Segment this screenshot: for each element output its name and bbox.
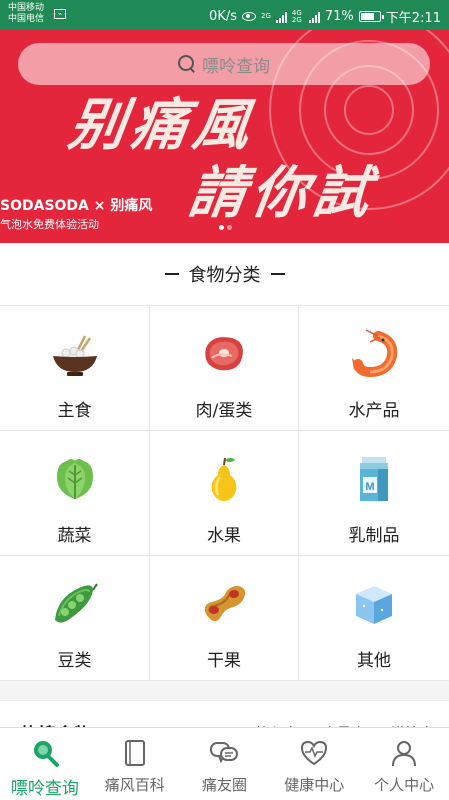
- bottom-tab-bar: 嘌呤查询 痛风百科 痛友圈 健康中心 个人中心: [0, 727, 449, 800]
- category-label: 干果: [207, 651, 241, 671]
- tab-gout-wiki[interactable]: 痛风百科: [90, 728, 180, 800]
- search-icon: [33, 741, 59, 767]
- category-other[interactable]: 其他: [299, 556, 449, 681]
- lettuce-icon: [56, 459, 93, 499]
- category-label: 蔬菜: [57, 526, 92, 546]
- battery-icon: [358, 11, 384, 22]
- carrier-2: 中国电信: [8, 14, 45, 24]
- battery-percent: 71%: [324, 9, 354, 24]
- person-icon: [392, 741, 417, 767]
- category-nuts[interactable]: 干果: [150, 556, 299, 681]
- tab-label: 健康中心: [284, 776, 345, 794]
- tab-health-center[interactable]: 健康中心: [269, 728, 359, 800]
- banner-dot: [227, 225, 232, 230]
- status-right: 0K/s 2G 4G 2G 71% 下午2:11: [209, 7, 441, 26]
- tab-purine-query[interactable]: 嘌呤查询: [0, 728, 90, 800]
- carrier-info: 中国移动 中国电信: [8, 3, 44, 25]
- rice-bowl-icon: [52, 335, 97, 376]
- pear-icon: [211, 457, 237, 501]
- search-icon: [178, 55, 196, 73]
- peanut-icon: [204, 586, 246, 622]
- category-staple[interactable]: 主食: [0, 306, 150, 431]
- category-label: 其他: [357, 651, 391, 671]
- tab-profile[interactable]: 个人中心: [359, 728, 449, 800]
- category-label: 水果: [207, 526, 241, 546]
- tab-label: 嘌呤查询: [10, 779, 79, 799]
- milk-carton-icon: M: [360, 457, 388, 501]
- chat-bubbles-icon: [210, 742, 239, 764]
- tab-community[interactable]: 痛友圈: [180, 728, 270, 800]
- signal-1-icon: [275, 11, 287, 23]
- category-vegetables[interactable]: 蔬菜: [0, 431, 150, 556]
- clock: 下午2:11: [385, 11, 441, 26]
- category-label: 主食: [57, 401, 92, 421]
- book-icon: [124, 740, 145, 766]
- tab-label: 痛友圈: [201, 776, 247, 794]
- status-bar: 中国移动 中国电信 ⌁ 0K/s 2G 4G 2G 71% 下午2:11: [0, 0, 449, 30]
- category-label: 水产品: [348, 401, 400, 421]
- heart-pulse-icon: [301, 740, 328, 766]
- category-label: 乳制品: [348, 526, 400, 546]
- tab-label: 个人中心: [374, 776, 435, 794]
- shrimp-icon: [352, 329, 398, 378]
- screen: 中国移动 中国电信 ⌁ 0K/s 2G 4G 2G 71% 下午2:11 别痛風…: [0, 0, 449, 800]
- peas-icon: [54, 583, 98, 623]
- banner-dot: [219, 225, 224, 230]
- signal-1-label: 2G: [261, 12, 271, 20]
- meat-icon: [205, 337, 243, 371]
- section-title-text: 食物分类: [188, 265, 261, 286]
- signal-2-label: 4G 2G: [291, 8, 302, 24]
- banner-brand: SODASODA × 别痛风: [0, 198, 153, 214]
- category-label: 豆类: [57, 651, 92, 671]
- category-dairy[interactable]: M 乳制品: [299, 431, 449, 556]
- search-placeholder: 嘌呤查询: [202, 56, 270, 77]
- network-icon: ⌁: [54, 9, 66, 19]
- category-fruit[interactable]: 水果: [150, 431, 299, 556]
- category-meat-egg[interactable]: 肉/蛋类: [150, 306, 299, 431]
- svg-text:M: M: [365, 481, 374, 493]
- banner-headline-2: 請你試: [184, 160, 381, 226]
- cube-icon: [356, 586, 392, 624]
- section-title: 食物分类: [0, 243, 449, 305]
- carrier-1: 中国移动: [8, 3, 45, 13]
- network-speed: 0K/s: [209, 9, 237, 24]
- category-label: 肉/蛋类: [195, 401, 253, 421]
- category-grid: 主食 肉/蛋类 水产品 蔬菜 水果 M 乳制品 豆类 干果 其他: [0, 305, 449, 681]
- signal-2-icon: [308, 11, 320, 23]
- category-beans[interactable]: 豆类: [0, 556, 150, 681]
- food-category-section: 食物分类 主食 肉/蛋类 水产品 蔬菜 水果 M 乳制品 豆类 干果 其他: [0, 243, 449, 681]
- banner-page-indicator: [219, 225, 232, 230]
- tab-label: 痛风百科: [104, 776, 165, 794]
- category-seafood[interactable]: 水产品: [299, 306, 449, 431]
- eye-comfort-icon: [242, 12, 256, 21]
- search-bar[interactable]: 嘌呤查询: [18, 43, 430, 85]
- banner-subtitle: 气泡水免费体验活动: [0, 218, 99, 231]
